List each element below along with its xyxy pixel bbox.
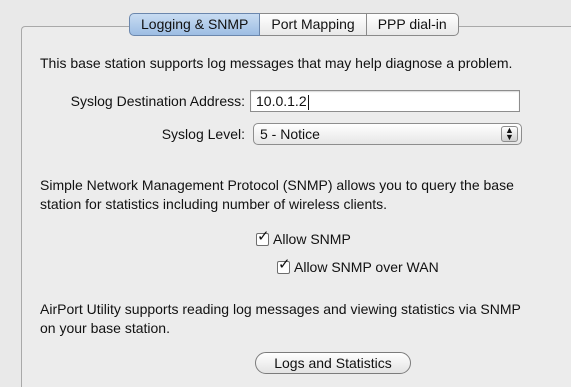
tab-bar: Logging & SNMP Port Mapping PPP dial-in xyxy=(129,13,459,36)
syslog-address-label: Syslog Destination Address: xyxy=(70,93,245,109)
logs-and-statistics-button[interactable]: Logs and Statistics xyxy=(255,352,411,374)
text-caret xyxy=(307,94,309,110)
syslog-level-label: Syslog Level: xyxy=(161,126,245,142)
checkbox-box: ✓ xyxy=(256,228,270,246)
checkmark-icon: ✓ xyxy=(278,255,291,273)
up-down-arrows-icon: ▲ ▼ xyxy=(501,126,518,142)
tab-logging-snmp[interactable]: Logging & SNMP xyxy=(129,13,261,36)
snmp-description-line-1: Simple Network Management Protocol (SNMP… xyxy=(40,177,514,193)
airport-description-line-2: on your base station. xyxy=(40,320,170,336)
checkmark-icon: ✓ xyxy=(257,227,270,245)
syslog-address-field[interactable]: 10.0.1.2 xyxy=(250,90,520,112)
allow-snmp-checkbox[interactable]: ✓ Allow SNMP xyxy=(256,228,351,247)
checkbox-box: ✓ xyxy=(277,256,291,274)
tab-ppp-dial-in[interactable]: PPP dial-in xyxy=(366,13,459,36)
syslog-level-select[interactable]: 5 - Notice ▲ ▼ xyxy=(253,123,522,145)
intro-text: This base station supports log messages … xyxy=(40,55,513,71)
tab-port-mapping[interactable]: Port Mapping xyxy=(260,13,367,36)
snmp-description-line-2: station for statistics including number … xyxy=(40,196,388,212)
airport-description-line-1: AirPort Utility supports reading log mes… xyxy=(40,301,521,317)
allow-snmp-over-wan-label: Allow SNMP over WAN xyxy=(294,259,439,275)
allow-snmp-label: Allow SNMP xyxy=(273,231,351,247)
allow-snmp-over-wan-checkbox[interactable]: ✓ Allow SNMP over WAN xyxy=(277,256,439,275)
syslog-level-value: 5 - Notice xyxy=(260,126,320,142)
syslog-address-value: 10.0.1.2 xyxy=(256,93,307,109)
